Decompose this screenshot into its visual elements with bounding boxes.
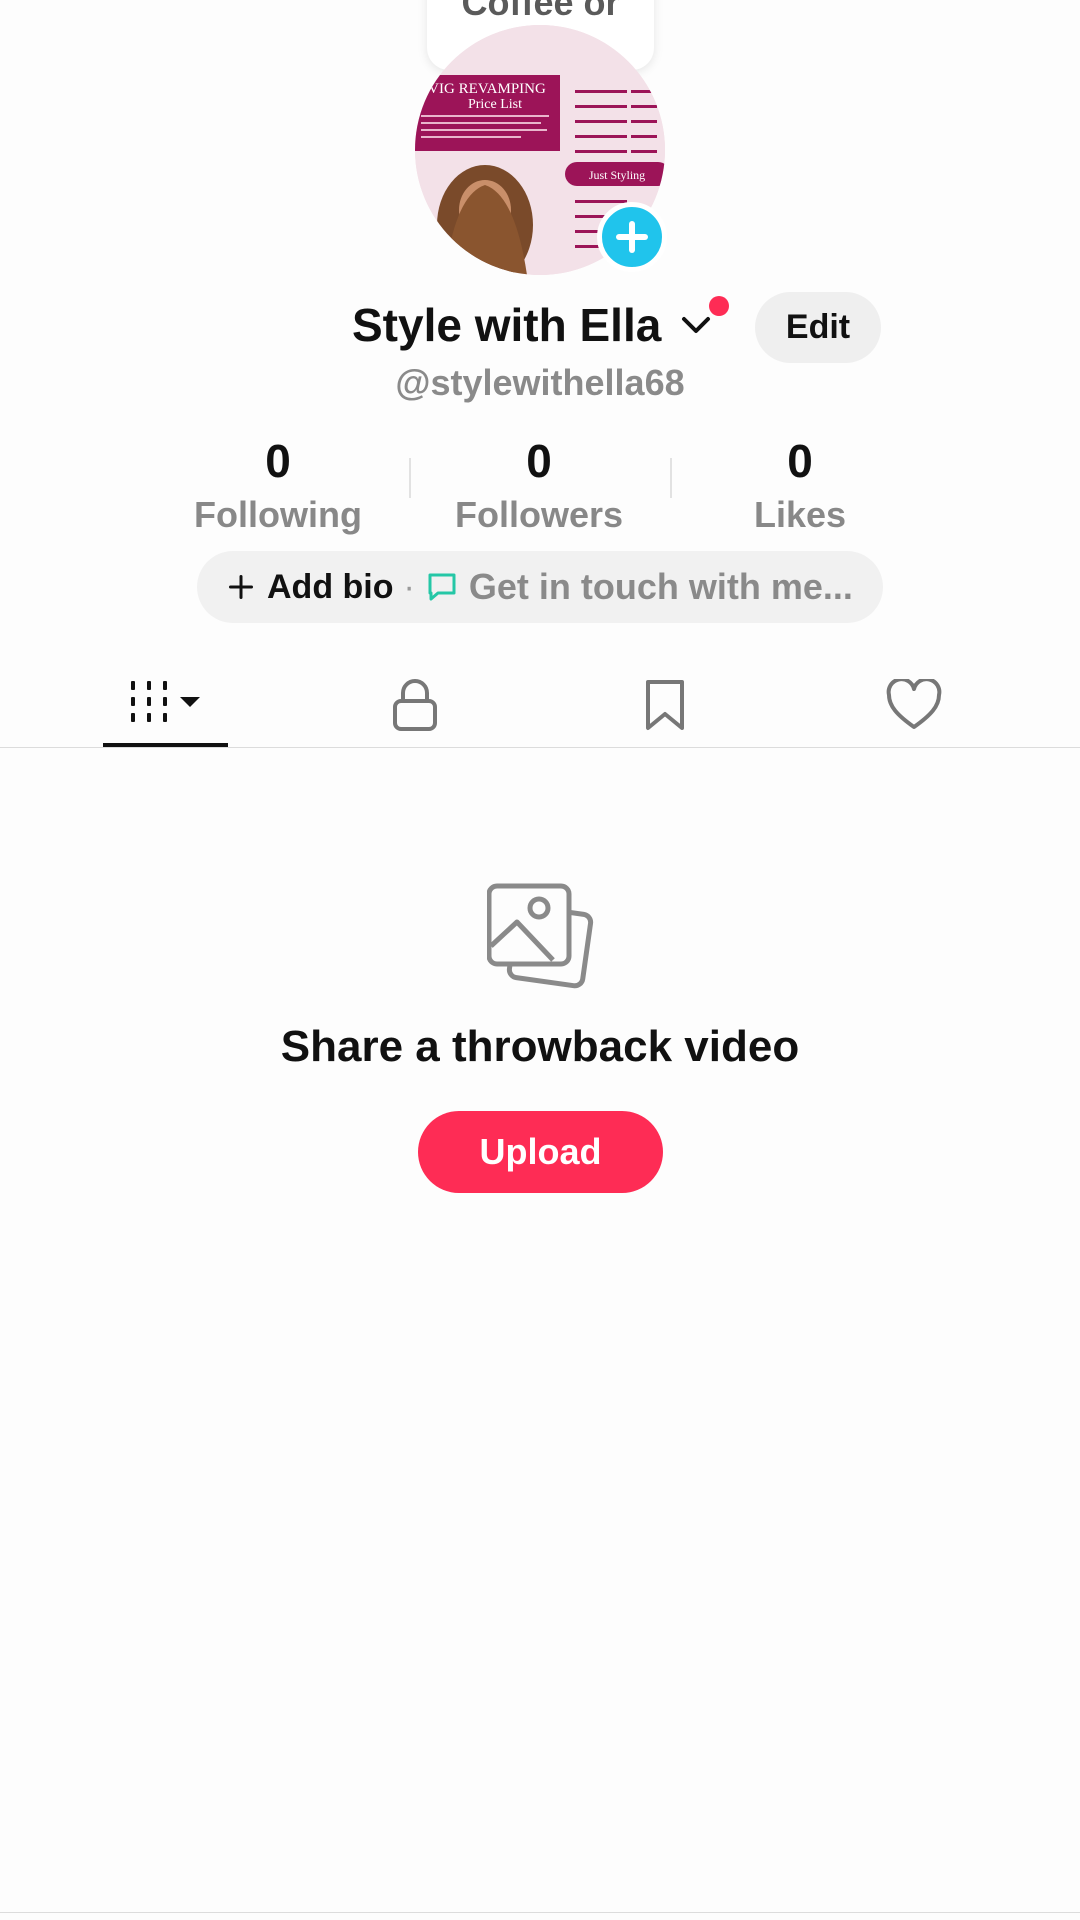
stat-value: 0 — [787, 435, 813, 487]
edit-profile-button[interactable]: Edit — [755, 292, 881, 363]
avatar-flyer-subtitle: Price List — [468, 97, 522, 112]
stat-following[interactable]: 0 Following — [148, 436, 408, 536]
avatar-flyer-section: Just Styling — [589, 168, 645, 182]
tab-private[interactable] — [290, 660, 540, 750]
tab-liked[interactable] — [789, 660, 1039, 750]
empty-state-title: Share a throwback video — [280, 1022, 800, 1071]
heart-icon — [886, 679, 942, 729]
profile-handle: @stylewithella68 — [395, 362, 685, 403]
stat-value: 0 — [265, 435, 291, 487]
stat-followers[interactable]: 0 Followers — [409, 436, 669, 536]
bio-bar[interactable]: Add bio · Get in touch with me... — [197, 551, 883, 623]
profile-name[interactable]: Style with Ella — [352, 298, 661, 352]
bookmark-icon — [646, 680, 684, 730]
notification-dot — [709, 296, 729, 316]
photos-icon — [486, 882, 597, 999]
avatar-flyer-title: VIG REVAMPING — [428, 81, 546, 97]
upload-button[interactable]: Upload — [418, 1111, 663, 1193]
stat-label: Following — [194, 494, 362, 535]
stat-label: Followers — [454, 494, 624, 535]
add-bio-button[interactable]: Add bio — [267, 568, 394, 607]
stat-label: Likes — [753, 494, 847, 535]
message-icon — [428, 573, 456, 601]
tabs-divider — [0, 747, 1080, 748]
tab-saved[interactable] — [540, 660, 790, 750]
lock-icon — [393, 679, 437, 731]
plus-icon — [616, 221, 648, 253]
get-in-touch-button[interactable]: Get in touch with me... — [469, 566, 853, 608]
plus-icon — [229, 575, 253, 599]
tab-videos[interactable] — [40, 660, 290, 750]
stat-likes[interactable]: 0 Likes — [670, 436, 930, 536]
stat-value: 0 — [526, 435, 552, 487]
status-bubble-line1: Coffee or — [461, 0, 620, 23]
account-switch-chevron-icon[interactable] — [680, 313, 712, 342]
bio-separator: · — [403, 567, 415, 606]
add-avatar-button[interactable] — [597, 202, 667, 272]
bottom-divider — [0, 1912, 1080, 1913]
videos-grid-icon — [131, 681, 200, 722]
